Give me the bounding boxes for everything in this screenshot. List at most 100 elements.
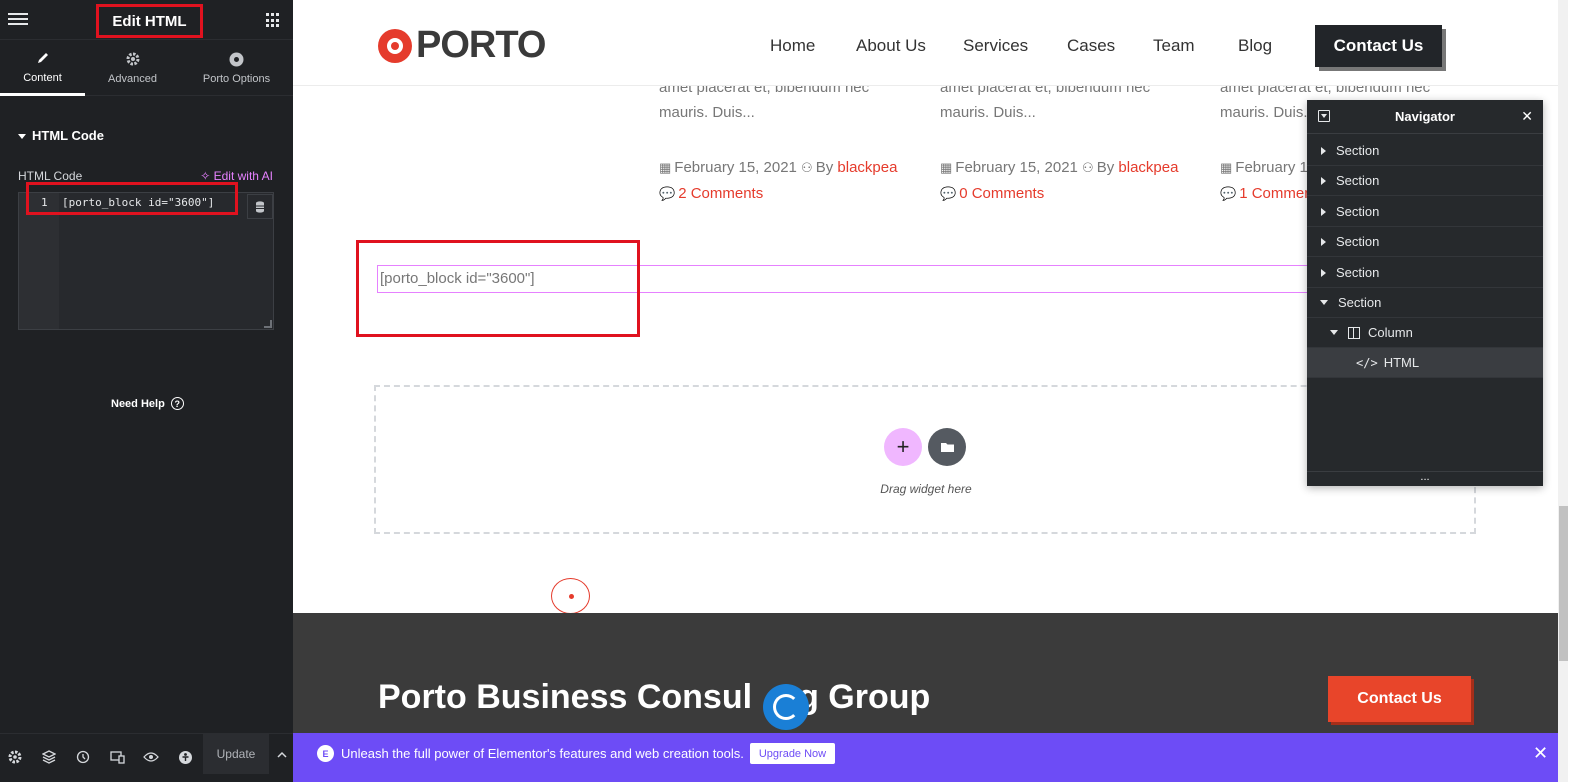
footer-title-end: g Group [798,678,931,716]
navigator-item-section-expanded[interactable]: Section [1307,288,1543,318]
add-template-button[interactable] [928,428,966,466]
navigator-title: Navigator [1395,109,1455,124]
user-icon: ⚇ [1082,160,1094,175]
history-icon[interactable] [72,746,94,768]
post-date: February 15, 2021 [955,159,1078,176]
logo-text: PORTO [416,24,546,66]
caret-right-icon [1321,146,1326,155]
navigator-item-label: Section [1336,234,1380,249]
chevron-up-icon [276,751,287,758]
panel-title: Edit HTML [112,12,187,30]
site-logo[interactable]: PORTO [378,24,546,67]
navigator-item-label: HTML [1383,355,1420,370]
post-comments-link[interactable]: 💬 1 Commen [1220,185,1313,202]
caret-down-icon [1320,300,1328,305]
layers-icon[interactable] [38,746,60,768]
folder-icon [940,443,954,452]
update-options-button[interactable] [270,734,293,774]
panel-tabs: Content Advanced Porto Options [0,40,293,96]
database-icon [256,200,264,213]
post-author-link[interactable]: blackpea [1118,159,1178,176]
editor-panel: Edit HTML Content Advanced Porto Options… [0,0,293,782]
comment-icon: 💬 [940,186,957,201]
navigator-item-section[interactable]: Section [1307,227,1543,257]
add-section-button[interactable]: + [884,428,922,466]
navigator-item-section[interactable]: Section [1307,197,1543,227]
caret-down-icon [1330,330,1338,335]
nav-team[interactable]: Team [1153,36,1195,56]
widget-highlight [356,240,640,337]
tab-porto-options-label: Porto Options [202,73,271,85]
gear-icon [125,51,141,67]
window-edge [1568,0,1593,782]
tab-content-label: Content [23,71,62,84]
settings-icon[interactable] [4,746,26,768]
post-by: By [815,159,834,176]
comments-label: 2 Comments [678,185,764,202]
close-icon[interactable]: ✕ [1521,108,1533,125]
panel-header: Edit HTML [0,0,293,40]
tab-porto-options[interactable]: Porto Options [185,40,288,96]
post-author-link[interactable]: blackpea [837,159,897,176]
html-code-section-toggle[interactable]: HTML Code [18,128,104,143]
nav-home[interactable]: Home [770,36,815,56]
panel-title-highlight: Edit HTML [96,4,203,38]
post-by: By [1096,159,1115,176]
tab-advanced[interactable]: Advanced [85,40,180,96]
accessibility-icon[interactable] [174,746,196,768]
comment-icon: 💬 [1220,186,1237,201]
cursor-target-marker [551,578,590,614]
column-icon [1348,326,1360,339]
upgrade-now-button[interactable]: Upgrade Now [750,743,835,764]
pencil-icon [35,50,51,66]
nav-cases[interactable]: Cases [1067,36,1115,56]
widgets-grid-icon[interactable] [266,13,281,28]
porto-logo-icon [378,28,412,63]
post-comments-link[interactable]: 💬 0 Comments [940,185,1044,202]
help-icon: ? [170,397,184,410]
user-icon: ⚇ [801,160,813,175]
navigator-resize-handle[interactable]: ... [1307,471,1543,486]
navigator-item-label: Section [1336,143,1380,158]
calendar-icon: ▦ [1220,160,1233,175]
resize-handle[interactable] [264,320,272,328]
navigator-item-html[interactable]: </> HTML [1307,348,1543,378]
navigator-item-section[interactable]: Section [1307,136,1543,166]
navigator-item-section[interactable]: Section [1307,258,1543,288]
caret-right-icon [1321,237,1326,246]
scrollbar-track[interactable] [1558,0,1568,782]
comments-label: 0 Comments [959,185,1045,202]
promo-bar: E Unleash the full power of Elementor's … [293,733,1558,782]
close-icon[interactable]: ✕ [1533,743,1548,764]
navigator-item-column[interactable]: Column [1307,318,1543,348]
tab-content[interactable]: Content [0,40,85,96]
footer-contact-button[interactable]: Contact Us [1328,676,1471,722]
navigator-item-label: Column [1368,325,1413,340]
edit-with-ai-label: Edit with AI [213,169,273,183]
hamburger-menu-icon[interactable] [8,10,28,30]
responsive-mode-icon[interactable] [106,746,128,768]
navigator-item-section[interactable]: Section [1307,166,1543,196]
navigator-header[interactable]: Navigator ✕ [1307,100,1543,134]
update-button[interactable]: Update [203,734,269,774]
post-comments-link[interactable]: 💬 2 Comments [659,185,763,202]
nav-services[interactable]: Services [963,36,1028,56]
caret-right-icon [1321,207,1326,216]
navigator-item-label: Section [1336,204,1380,219]
navigator-item-label: Section [1336,173,1380,188]
calendar-icon: ▦ [940,160,953,175]
promo-text: Unleash the full power of Elementor's fe… [341,746,744,761]
header-contact-button[interactable]: Contact Us [1315,25,1442,67]
need-help-label: Need Help [111,397,165,410]
preview-eye-icon[interactable] [140,746,162,768]
need-help-link[interactable]: Need Help ? [111,397,184,410]
nav-blog[interactable]: Blog [1238,36,1272,56]
footer-title: Porto Business Consul g Group [378,678,930,717]
edit-with-ai-button[interactable]: ✧ Edit with AI [200,169,273,183]
caret-right-icon [1321,268,1326,277]
nav-about-us[interactable]: About Us [856,36,926,56]
dynamic-tags-button[interactable] [247,194,273,219]
scrollbar-thumb[interactable] [1559,506,1568,661]
post-meta: ▦ February 15, 2021 ⚇ By blackpea [659,159,897,176]
loading-spinner-icon [763,684,809,730]
